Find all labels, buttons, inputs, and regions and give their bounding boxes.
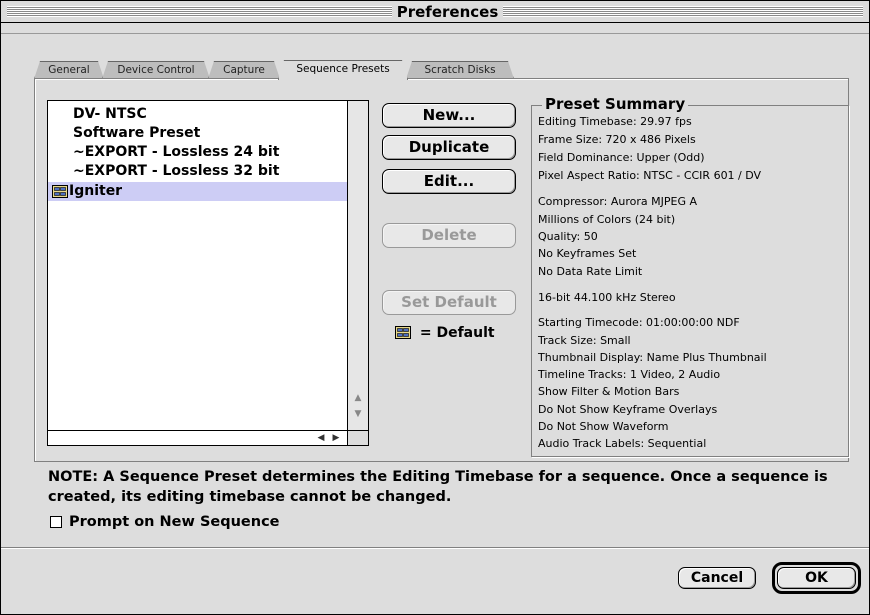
default-preset-icon	[52, 185, 68, 198]
tab-capture[interactable]: Capture	[208, 61, 280, 79]
new-button[interactable]: New...	[382, 103, 516, 128]
summary-line: Quality: 50	[538, 230, 598, 243]
vertical-scrollbar[interactable]: ▲ ▼	[347, 101, 368, 430]
summary-line: Timeline Tracks: 1 Video, 2 Audio	[538, 368, 721, 381]
summary-line: 16-bit 44.100 kHz Stereo	[538, 291, 676, 304]
list-item[interactable]: Software Preset	[48, 124, 347, 143]
presets-list-content: DV- NTSC Software Preset ~EXPORT - Lossl…	[48, 101, 347, 430]
window-title: Preferences	[396, 3, 499, 21]
horizontal-scrollbar[interactable]: ◀ ▶	[48, 430, 347, 445]
scroll-left-arrow-icon[interactable]: ◀	[314, 431, 328, 445]
scroll-down-arrow-icon[interactable]: ▼	[348, 406, 368, 422]
summary-line: Pixel Aspect Ratio: NTSC - CCIR 601 / DV	[538, 169, 762, 182]
title-bar-stripes-left	[7, 6, 392, 17]
prompt-on-new-sequence-label[interactable]: Prompt on New Sequence	[69, 512, 280, 532]
tab-scratch-disks[interactable]: Scratch Disks	[406, 61, 514, 79]
footer-divider	[1, 547, 869, 548]
title-bar[interactable]: Preferences	[1, 1, 869, 23]
tab-general[interactable]: General	[34, 61, 104, 79]
list-item[interactable]: ~EXPORT - Lossless 24 bit	[48, 143, 347, 162]
presets-list[interactable]: DV- NTSC Software Preset ~EXPORT - Lossl…	[47, 100, 369, 446]
list-item-selected[interactable]: Igniter	[48, 182, 347, 201]
summary-line: Track Size: Small	[538, 334, 631, 347]
summary-line: Frame Size: 720 x 486 Pixels	[538, 133, 696, 146]
edit-button[interactable]: Edit...	[382, 169, 516, 194]
summary-line: Do Not Show Keyframe Overlays	[538, 403, 718, 416]
summary-line: Compressor: Aurora MJPEG A	[538, 195, 698, 208]
default-legend-label: = Default	[419, 325, 495, 341]
summary-line: Editing Timebase: 29.97 fps	[538, 115, 692, 128]
summary-line: Starting Timecode: 01:00:00:00 NDF	[538, 316, 740, 329]
duplicate-button[interactable]: Duplicate	[382, 135, 516, 160]
summary-line: No Keyframes Set	[538, 247, 637, 260]
title-bar-stripes-right	[503, 6, 863, 17]
summary-line: Audio Track Labels: Sequential	[538, 437, 707, 450]
tab-sequence-presets[interactable]: Sequence Presets	[278, 60, 408, 80]
ok-button[interactable]: OK	[777, 567, 856, 589]
scroll-right-arrow-icon[interactable]: ▶	[329, 431, 343, 445]
list-item[interactable]: DV- NTSC	[48, 105, 347, 124]
default-legend: = Default	[395, 324, 495, 342]
summary-line: Do Not Show Waveform	[538, 420, 669, 433]
scrollbar-corner	[347, 430, 368, 445]
list-item[interactable]: ~EXPORT - Lossless 32 bit	[48, 162, 347, 181]
set-default-button[interactable]: Set Default	[382, 290, 516, 315]
preferences-window: Preferences General Device Control Captu…	[0, 0, 870, 615]
summary-line: Field Dominance: Upper (Odd)	[538, 151, 705, 164]
list-item-label: Igniter	[69, 183, 123, 199]
prompt-on-new-sequence-checkbox[interactable]	[50, 516, 62, 528]
summary-line: Millions of Colors (24 bit)	[538, 213, 676, 226]
cancel-button[interactable]: Cancel	[678, 567, 756, 589]
default-preset-icon	[395, 326, 411, 339]
preset-summary-title: Preset Summary	[542, 95, 689, 113]
sequence-preset-note: NOTE: A Sequence Preset determines the E…	[48, 469, 828, 505]
delete-button[interactable]: Delete	[382, 223, 516, 248]
summary-line: Thumbnail Display: Name Plus Thumbnail	[538, 351, 767, 364]
tab-device-control[interactable]: Device Control	[102, 61, 210, 79]
summary-line: Show Filter & Motion Bars	[538, 385, 680, 398]
summary-line: No Data Rate Limit	[538, 265, 643, 278]
scroll-up-arrow-icon[interactable]: ▲	[348, 390, 368, 406]
header-divider	[1, 33, 869, 34]
